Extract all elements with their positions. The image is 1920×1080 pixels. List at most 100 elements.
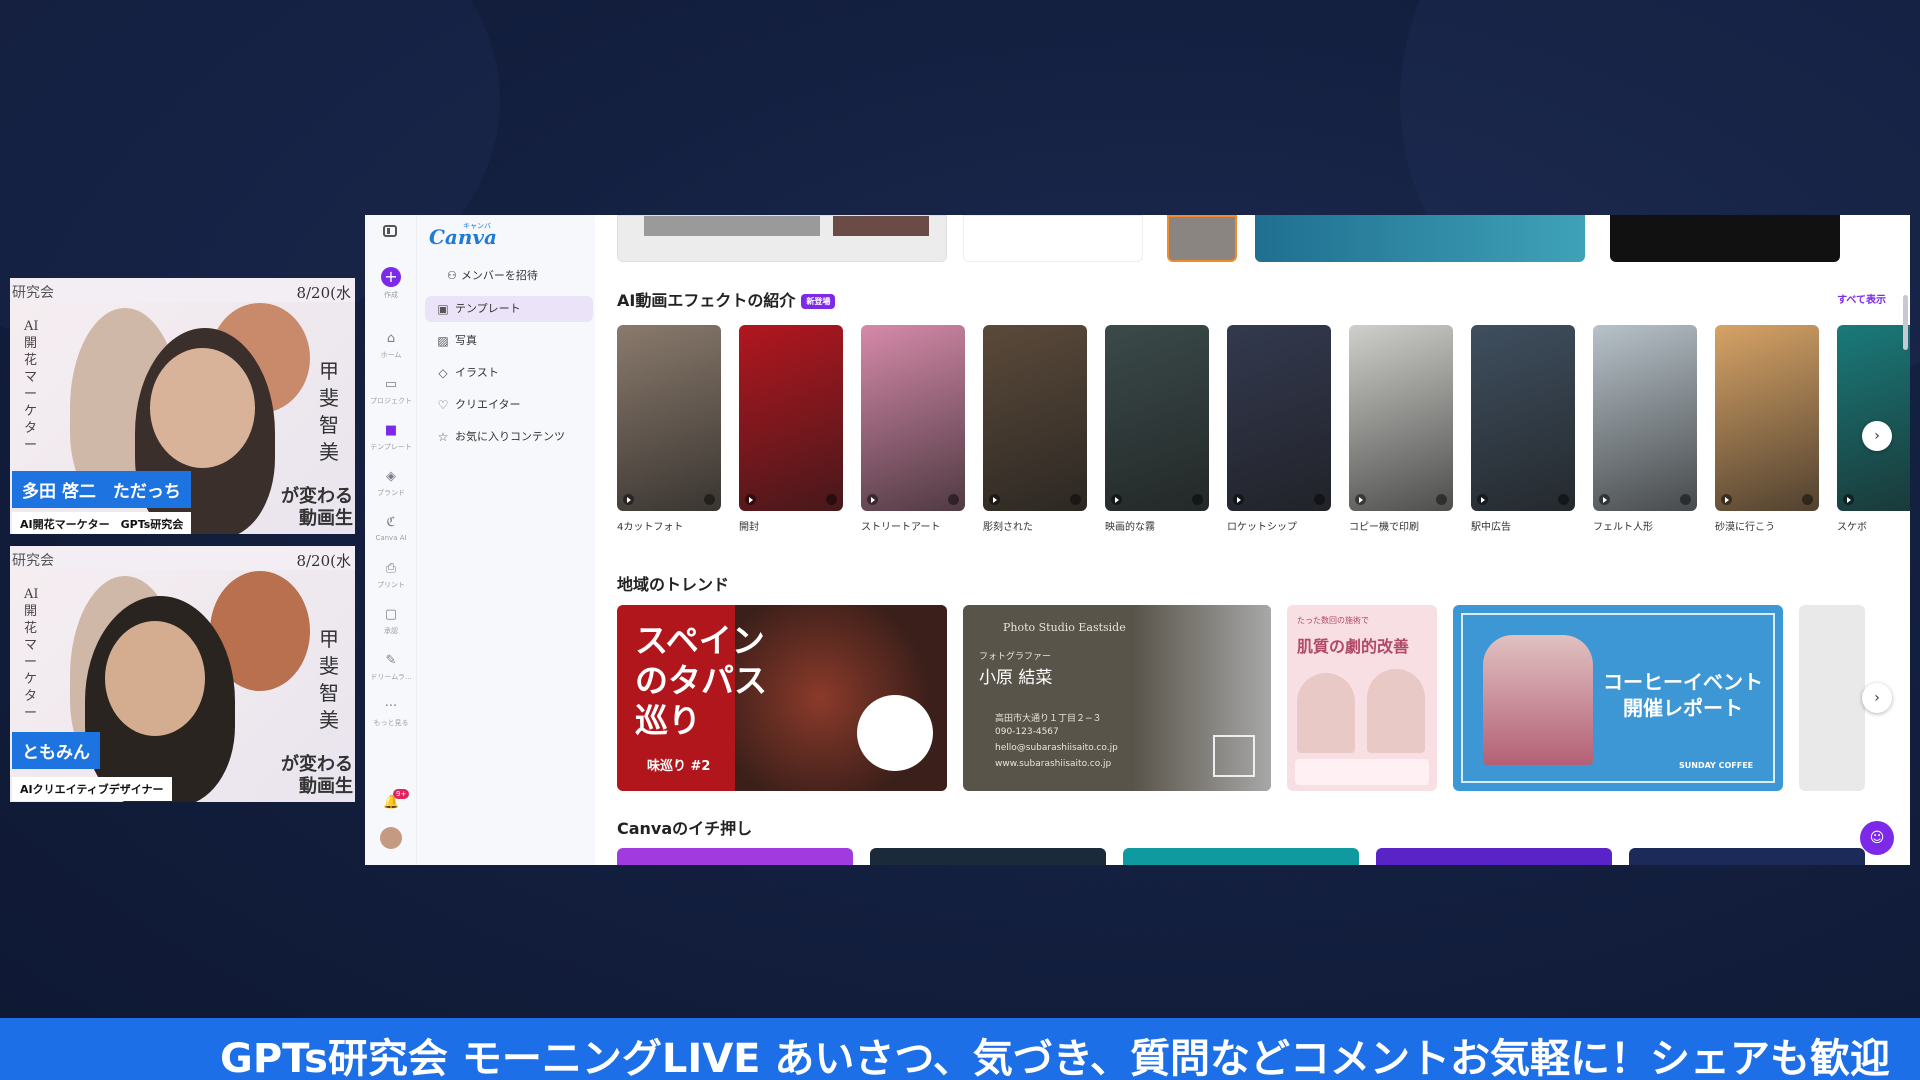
- mute-icon: [1070, 494, 1081, 505]
- new-badge: 新登場: [801, 294, 836, 309]
- thumbnail: [644, 216, 820, 236]
- rail-projects[interactable]: ▭ プロジェクト: [365, 377, 417, 406]
- rail-templates[interactable]: ■ テンプレート: [365, 423, 417, 452]
- add-user-icon: ⚇: [447, 269, 457, 282]
- template-card[interactable]: [1167, 215, 1237, 262]
- illustration-icon: ◇: [438, 366, 448, 380]
- rail-label: ブランド: [377, 489, 405, 497]
- mute-icon: [1558, 494, 1569, 505]
- rail-print[interactable]: ⎙ プリント: [365, 561, 417, 590]
- mute-icon: [704, 494, 715, 505]
- trend-card-baseball[interactable]: [1799, 605, 1865, 791]
- rail-label: プロジェクト: [370, 397, 412, 405]
- play-icon: [989, 494, 1000, 505]
- rail-more[interactable]: ··· もっと見る: [365, 699, 417, 728]
- template-card[interactable]: [1255, 215, 1585, 262]
- studio-role: フォトグラファー: [979, 652, 1052, 662]
- tapas-subtitle: 味巡り #2: [647, 759, 711, 774]
- nav-illustrations[interactable]: ◇ イラスト: [425, 360, 593, 386]
- nav-templates[interactable]: ▣ テンプレート: [425, 296, 593, 322]
- effect-card-label: フェルト人形: [1593, 522, 1653, 533]
- vertical-left-text: AI開花マーケター: [24, 587, 39, 721]
- effect-card-label: ストリートアート: [861, 522, 941, 533]
- invite-label: メンバーを招待: [460, 269, 538, 282]
- effect-card[interactable]: [739, 325, 843, 511]
- trend-card-photo-studio[interactable]: Photo Studio Eastside フォトグラファー 小原 結菜 高田市…: [963, 605, 1271, 791]
- nav-favorites[interactable]: ☆ お気に入りコンテンツ: [425, 424, 593, 450]
- effect-card-label: ロケットシップ: [1227, 522, 1297, 533]
- scroll-right-button[interactable]: ›: [1862, 683, 1892, 713]
- invite-members-button[interactable]: ⚇ メンバーを招待: [447, 267, 538, 283]
- rail-brand[interactable]: ◈ ブランド: [365, 469, 417, 498]
- effect-card-label: 映画的な霧: [1105, 522, 1155, 533]
- template-card[interactable]: [963, 215, 1143, 262]
- notifications-button[interactable]: 🔔 9+: [365, 789, 417, 811]
- canva-ai-icon: ℭ: [386, 515, 396, 530]
- effect-card[interactable]: [1105, 325, 1209, 511]
- effect-card[interactable]: [1715, 325, 1819, 511]
- avatar[interactable]: [365, 827, 417, 849]
- effect-card-label: 開封: [739, 522, 759, 533]
- trend-card-skincare[interactable]: たった数回の施術で 肌質の劇的改善: [1287, 605, 1437, 791]
- speaker-header: 研究会 8/20(水: [10, 546, 355, 570]
- pick-card[interactable]: [1376, 848, 1612, 865]
- rail-label: 承認: [384, 627, 398, 635]
- vertical-right-text: 甲斐智美: [319, 359, 339, 464]
- logo-kana: キャンバ: [463, 222, 491, 230]
- scrollbar[interactable]: [1903, 295, 1908, 350]
- speaker-role-tag: AIクリエイティブデザイナー: [12, 777, 172, 801]
- effect-card[interactable]: [1837, 325, 1910, 511]
- effect-card-label: スケボ: [1837, 522, 1867, 533]
- mute-icon: [1680, 494, 1691, 505]
- speaker-panel-1: 研究会 8/20(水 AI開花マーケター 甲斐智美 が変わる 動画生 多田 啓二…: [10, 278, 355, 534]
- nav-creators[interactable]: ♡ クリエイター: [425, 392, 593, 418]
- rail-home[interactable]: ⌂ ホーム: [365, 331, 417, 360]
- template-card[interactable]: [1610, 215, 1840, 262]
- trend-card-tapas[interactable]: スペイン のタパス 巡り 味巡り #2: [617, 605, 947, 791]
- play-icon: [1111, 494, 1122, 505]
- rail-create[interactable]: + 作成: [365, 267, 417, 300]
- inbox-icon: ▢: [384, 607, 398, 622]
- speaker-face: [105, 621, 205, 736]
- portrait-photo: [1367, 669, 1425, 753]
- effect-card[interactable]: [861, 325, 965, 511]
- nav-label: お気に入りコンテンツ: [455, 430, 565, 443]
- pick-card[interactable]: [870, 848, 1106, 865]
- skin-small-text: たった数回の施術で: [1297, 616, 1369, 625]
- rail-dream-lab[interactable]: ✎ ドリームラ...: [365, 653, 417, 682]
- play-icon: [745, 494, 756, 505]
- portrait-photo: [1297, 673, 1355, 753]
- pick-card[interactable]: [1629, 848, 1865, 865]
- rail-approvals[interactable]: ▢ 承認: [365, 607, 417, 636]
- pick-card[interactable]: [617, 848, 853, 865]
- notification-badge: 9+: [393, 789, 410, 799]
- effect-card[interactable]: [1227, 325, 1331, 511]
- template-card[interactable]: [617, 215, 947, 262]
- folder-icon: ▭: [384, 377, 398, 392]
- speaker-face: [150, 348, 255, 468]
- effect-card[interactable]: [1471, 325, 1575, 511]
- trend-card-coffee[interactable]: コーヒーイベント 開催レポート SUNDAY COFFEE: [1453, 605, 1783, 791]
- assistant-icon[interactable]: ☺: [1860, 821, 1894, 855]
- effect-card-label: 駅中広告: [1471, 522, 1511, 533]
- frame-icon: [1213, 735, 1255, 777]
- studio-person: 小原 結菜: [979, 668, 1053, 688]
- rail-canva-ai[interactable]: ℭ Canva AI: [365, 515, 417, 542]
- scroll-right-button[interactable]: ›: [1862, 421, 1892, 451]
- mute-icon: [826, 494, 837, 505]
- overlay-text-2: 動画生: [299, 776, 353, 797]
- pick-card[interactable]: [1123, 848, 1359, 865]
- nav-photos[interactable]: ▨ 写真: [425, 328, 593, 354]
- panel-toggle-icon[interactable]: [383, 225, 397, 237]
- effect-card[interactable]: [1593, 325, 1697, 511]
- see-all-link[interactable]: すべて表示: [1837, 291, 1886, 306]
- effect-card[interactable]: [617, 325, 721, 511]
- mute-icon: [948, 494, 959, 505]
- play-icon: [1843, 494, 1854, 505]
- effect-card-label: 砂漠に行こう: [1715, 522, 1775, 533]
- effect-card[interactable]: [983, 325, 1087, 511]
- rail-label: プリント: [377, 581, 405, 589]
- header-right: 8/20(水: [296, 552, 351, 570]
- speaker-name-tag: ともみん: [12, 732, 100, 769]
- effect-card[interactable]: [1349, 325, 1453, 511]
